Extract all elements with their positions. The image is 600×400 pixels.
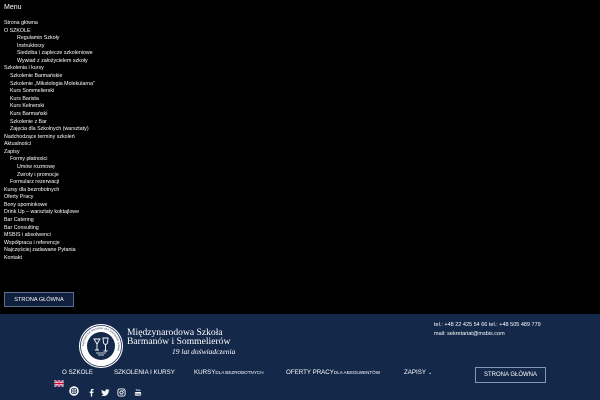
logo-line-2: Barmanów i Sommelierów bbox=[127, 336, 231, 347]
menu-item[interactable]: Kurs Barista bbox=[4, 96, 95, 104]
menu-item[interactable]: Zajęcia dla Szkolnych (warsztaty) bbox=[4, 126, 95, 134]
menu-item[interactable]: Szkolenie „Mikstologia Molekularna” bbox=[4, 81, 95, 89]
menu-item[interactable]: Kurs Sommelierski bbox=[4, 88, 95, 96]
contact-email[interactable]: mail: sekretariat@msbis.com bbox=[434, 330, 541, 339]
footer-nav-szkolenia[interactable]: SZKOLENIA I KURSY bbox=[114, 369, 175, 376]
menu-title: Menu bbox=[4, 4, 22, 11]
menu-item[interactable]: MSBIS i absolwenci bbox=[4, 232, 95, 240]
menu-item[interactable]: Najczęściej zadawane Pytania bbox=[4, 247, 95, 255]
instagram-icon[interactable] bbox=[117, 388, 126, 397]
contact-phones[interactable]: tel.: +48 22 425 54 66 tel.: +48 505 489… bbox=[434, 321, 541, 330]
menu-home-button[interactable]: STRONA GŁÓWNA bbox=[4, 292, 74, 307]
svg-text:Tube: Tube bbox=[135, 393, 141, 396]
menu-item[interactable]: Instruktorzy bbox=[4, 43, 95, 51]
footer-nav-label: O SZKOLE bbox=[62, 369, 93, 376]
instagram-round-icon[interactable] bbox=[69, 386, 79, 396]
twitter-icon[interactable] bbox=[101, 388, 110, 397]
footer-nav-sublabel: DLA ABSOLWENTÓW bbox=[333, 370, 381, 375]
menu-item[interactable]: Szkolenie z Bar bbox=[4, 119, 95, 127]
footer-nav-o-szkole[interactable]: O SZKOLE bbox=[62, 369, 93, 376]
menu-item[interactable]: Zwroty i promocje bbox=[4, 172, 95, 180]
menu-item[interactable]: Zapisy bbox=[4, 149, 95, 157]
menu-item[interactable]: Regulamin Szkoły bbox=[4, 35, 95, 43]
menu-item[interactable]: Bony upominkowe bbox=[4, 202, 95, 210]
menu-item[interactable]: Współpraca i referencje bbox=[4, 240, 95, 248]
footer-home-button[interactable]: STRONA GŁÓWNA bbox=[475, 367, 546, 383]
menu-item[interactable]: Formy płatności bbox=[4, 156, 95, 164]
menu-item[interactable]: Kurs Barmański bbox=[4, 111, 95, 119]
menu-item[interactable]: Kontakt bbox=[4, 255, 95, 263]
menu-item[interactable]: Oferty Pracy bbox=[4, 194, 95, 202]
footer-nav-label: OFERTY PRACY bbox=[286, 369, 334, 376]
menu-list: Strona główna O SZKOLE Regulamin Szkoły … bbox=[4, 20, 95, 263]
logo-tagline: 19 lat doświadczenia bbox=[172, 347, 236, 356]
menu-item[interactable]: Kurs Kelnerski bbox=[4, 103, 95, 111]
footer-nav-oferty-pracy[interactable]: OFERTY PRACYDLA ABSOLWENTÓW bbox=[286, 369, 380, 376]
menu-item[interactable]: Strona główna bbox=[4, 20, 95, 28]
uk-flag-icon[interactable] bbox=[54, 380, 64, 387]
menu-item[interactable]: Bar Consulting bbox=[4, 225, 95, 233]
footer: International Bartender and Sommelier Sc… bbox=[0, 314, 600, 400]
menu-item[interactable]: Umów rozmowę bbox=[4, 164, 95, 172]
chevron-down-icon: ⌄ bbox=[428, 370, 433, 376]
menu-item[interactable]: Drink Up – warsztaty koktajlowe bbox=[4, 209, 95, 217]
footer-nav-zapisy[interactable]: ZAPISY ⌄ bbox=[404, 369, 432, 376]
contact-info: tel.: +48 22 425 54 66 tel.: +48 505 489… bbox=[434, 321, 541, 338]
youtube-icon[interactable]: You Tube bbox=[133, 388, 143, 397]
logo-name[interactable]: Międzynarodowa Szkoła Barmanów i Sommeli… bbox=[127, 328, 231, 347]
school-seal-logo[interactable]: International Bartender and Sommelier Sc… bbox=[78, 323, 124, 369]
footer-nav-sublabel: DLA BEZROBOTNYCH bbox=[215, 370, 264, 375]
footer-nav-kursy[interactable]: KURSYDLA BEZROBOTNYCH bbox=[194, 369, 264, 376]
menu-item[interactable]: Nadchodzące terminy szkoleń bbox=[4, 134, 95, 142]
menu-item[interactable]: Formularz rezerwacji bbox=[4, 179, 95, 187]
footer-nav-label: KURSY bbox=[194, 369, 216, 376]
menu-item[interactable]: Kursy dla bezrobotnych bbox=[4, 187, 95, 195]
menu-item[interactable]: Szkolenia i kursy bbox=[4, 65, 95, 73]
menu-item[interactable]: Bar Catering bbox=[4, 217, 95, 225]
menu-item[interactable]: Wywiad z założycielem szkoły bbox=[4, 58, 95, 66]
footer-nav-label: ZAPISY bbox=[404, 369, 427, 376]
footer-nav-label: SZKOLENIA I KURSY bbox=[114, 369, 175, 376]
menu-item[interactable]: Siedziba i zaplecze szkoleniowe bbox=[4, 50, 95, 58]
menu-item[interactable]: Aktualności bbox=[4, 141, 95, 149]
facebook-icon[interactable] bbox=[87, 388, 96, 397]
menu-item[interactable]: Szkolenie Barmańskie bbox=[4, 73, 95, 81]
svg-text:You: You bbox=[136, 388, 141, 392]
menu-item[interactable]: O SZKOLE bbox=[4, 28, 95, 36]
